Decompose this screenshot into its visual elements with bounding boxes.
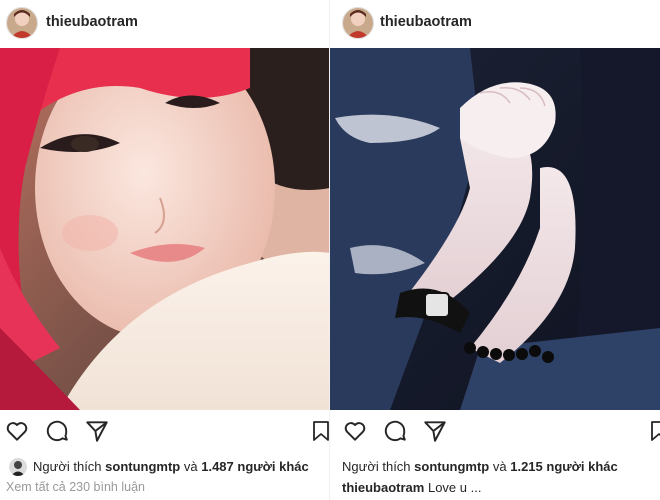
likes-count[interactable]: 1.215 người khác (510, 459, 618, 474)
share-icon[interactable] (84, 418, 110, 444)
post-header: thieubaotram (0, 0, 330, 48)
comment-icon[interactable] (44, 418, 70, 444)
avatar[interactable] (6, 7, 38, 39)
post-header: thieubaotram (330, 0, 660, 48)
bookmark-icon[interactable] (648, 418, 660, 444)
likes-user[interactable]: sontungmtp (414, 459, 489, 474)
likes-prefix: Người thích (33, 459, 102, 474)
post-actions (0, 418, 330, 448)
caption: thieubaotram Love u ... (342, 480, 481, 495)
post-photo[interactable] (330, 48, 660, 410)
caption-username[interactable]: thieubaotram (342, 480, 424, 495)
right-post: thieubaotram Người thích sontungmtp và 1… (330, 0, 660, 500)
likes-and: và (492, 459, 507, 474)
likes-line: Người thích sontungmtp và 1.487 người kh… (0, 458, 330, 476)
post-username[interactable]: thieubaotram (380, 14, 472, 30)
likes-and: và (183, 459, 198, 474)
liker-avatar[interactable] (9, 458, 27, 476)
avatar[interactable] (342, 7, 374, 39)
likes-line: Người thích sontungmtp và 1.215 người kh… (330, 458, 660, 476)
heart-icon[interactable] (4, 418, 30, 444)
view-all-comments[interactable]: Xem tất cả 230 bình luận (6, 480, 145, 494)
heart-icon[interactable] (342, 418, 368, 444)
post-username[interactable]: thieubaotram (46, 14, 138, 30)
likes-user[interactable]: sontungmtp (105, 459, 180, 474)
bookmark-icon[interactable] (310, 418, 330, 444)
likes-count[interactable]: 1.487 người khác (201, 459, 309, 474)
share-icon[interactable] (422, 418, 448, 444)
post-actions (330, 418, 660, 448)
likes-prefix: Người thích (342, 459, 411, 474)
post-photo[interactable] (0, 38, 330, 410)
comment-icon[interactable] (382, 418, 408, 444)
left-post: thieubaotram Người thích sontungmtp và 1… (0, 0, 330, 500)
caption-text: Love u ... (427, 480, 482, 495)
